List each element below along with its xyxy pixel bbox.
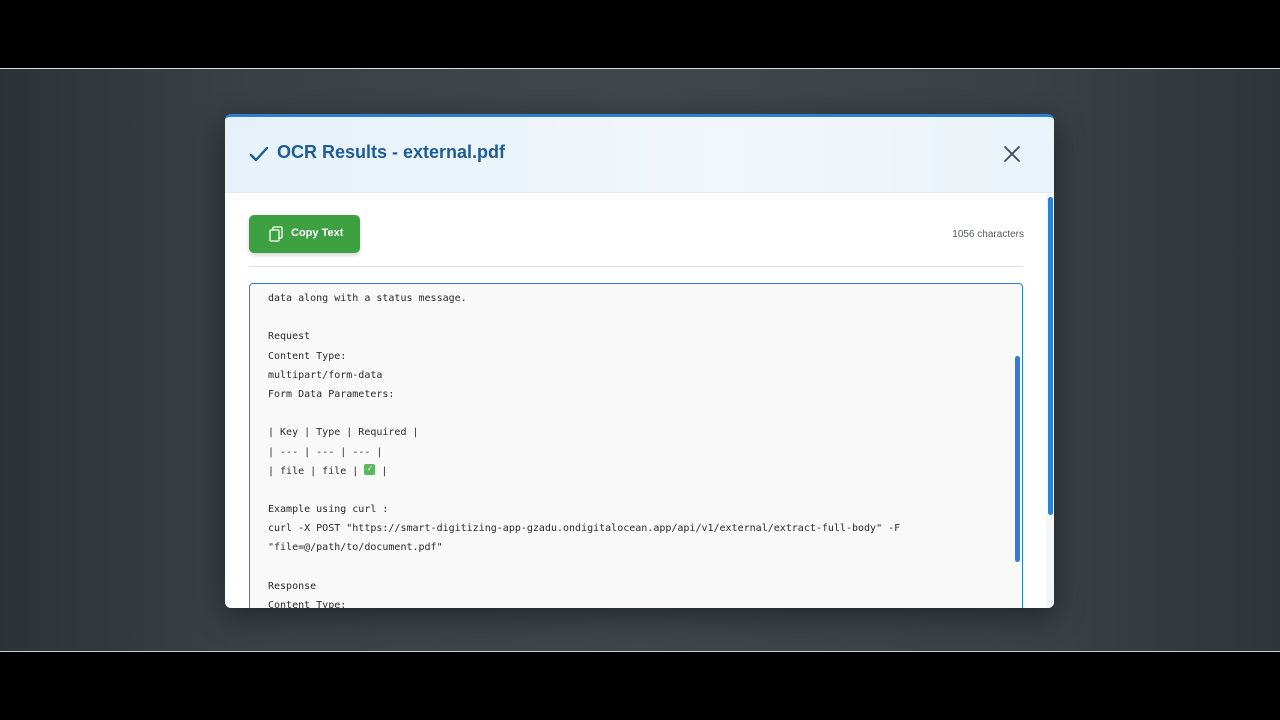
ocr-text-line: Content Type:	[268, 596, 900, 608]
ocr-text-line-content: | Key | Type | Required |	[268, 427, 419, 439]
ocr-text-line: | Key | Type | Required |	[268, 423, 900, 442]
ocr-text-line-content: Request	[268, 331, 311, 343]
ocr-text-line: curl -X POST "https://smart-digitizing-a…	[268, 519, 900, 538]
ocr-text-line: Request	[268, 327, 900, 346]
ocr-text-line	[268, 481, 900, 500]
ocr-text-line-content: Response	[268, 580, 317, 592]
ocr-text-line-content: | file | file |	[268, 465, 365, 477]
check-icon	[249, 146, 269, 162]
ocr-text-line-content: Content Type:	[268, 350, 347, 362]
ocr-text-line	[268, 308, 900, 327]
modal-title: OCR Results - external.pdf	[277, 142, 506, 162]
ocr-text-line-content: Content Type:	[268, 600, 347, 608]
ocr-text-line-content: curl -X POST "https://smart-digitizing-a…	[268, 523, 901, 535]
ocr-text-area[interactable]: data along with a status message. Request…	[249, 283, 1023, 608]
ocr-text-line	[268, 404, 900, 423]
ocr-text-line: Response	[268, 577, 900, 596]
ocr-text-line-content: data along with a status message.	[268, 293, 467, 304]
table-row-end: |	[375, 465, 388, 477]
ocr-text-line-content: | --- | --- | --- |	[268, 446, 383, 458]
ocr-text-line: | --- | --- | --- |	[268, 443, 900, 462]
ocr-text-line	[268, 558, 900, 577]
copy-text-button[interactable]: Copy Text	[249, 215, 360, 253]
ocr-text-line: "file=@/path/to/document.pdf"	[268, 538, 900, 557]
ocr-text-line: Content Type:	[268, 347, 900, 366]
ocr-text-line: | file | file | ✓ |	[268, 462, 900, 481]
modal-header: OCR Results - external.pdf	[225, 117, 1054, 193]
text-area-scrollbar[interactable]	[1015, 356, 1020, 562]
close-icon[interactable]	[1002, 144, 1022, 164]
ocr-text-line: Form Data Parameters:	[268, 385, 900, 404]
character-count: 1056 characters	[952, 229, 1024, 240]
ocr-text-line: Example using curl :	[268, 500, 900, 519]
ocr-text-line-content: Example using curl :	[268, 504, 389, 516]
ocr-text-line-content: Form Data Parameters:	[268, 388, 395, 400]
modal-scrollbar[interactable]	[1048, 197, 1053, 515]
ocr-text-content: data along with a status message. Request…	[268, 289, 900, 608]
ocr-text-line-content: "file=@/path/to/document.pdf"	[268, 542, 443, 554]
divider	[249, 266, 1023, 267]
ocr-text-line: multipart/form-data	[268, 366, 900, 385]
copy-icon	[269, 226, 283, 242]
checkmark-emoji-icon: ✓	[364, 464, 376, 476]
ocr-text-line-content: multipart/form-data	[268, 369, 383, 381]
ocr-text-line: data along with a status message.	[268, 289, 900, 308]
copy-text-label: Copy Text	[291, 227, 344, 239]
ocr-results-modal: OCR Results - external.pdf Copy Text 105…	[225, 114, 1054, 608]
